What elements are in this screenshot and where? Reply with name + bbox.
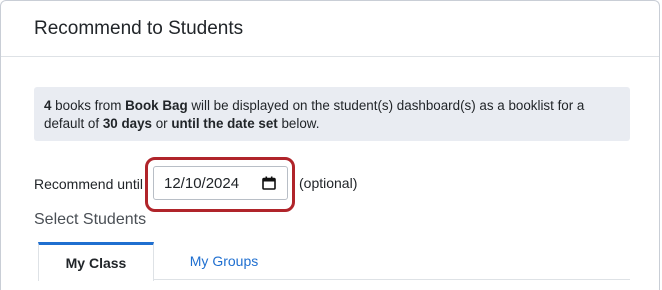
info-message: 4 books from Book Bag will be displayed … — [34, 87, 630, 141]
modal-title: Recommend to Students — [34, 17, 244, 39]
info-text-3: or — [151, 116, 172, 131]
info-text-4: below. — [277, 116, 320, 131]
info-text-1: books from — [51, 98, 126, 113]
recommend-row: Recommend until — [34, 169, 143, 199]
book-source: Book Bag — [125, 98, 188, 113]
recommend-date-input[interactable]: 12/10/2024 — [153, 166, 288, 200]
student-tabs: My Class My Groups — [38, 242, 630, 281]
date-value: 12/10/2024 — [164, 174, 240, 192]
recommend-until-label: Recommend until — [34, 176, 143, 192]
calendar-icon[interactable] — [262, 176, 276, 190]
tab-my-groups[interactable]: My Groups — [154, 242, 294, 280]
optional-label: (optional) — [299, 175, 358, 191]
recommend-modal: Recommend to Students 4 books from Book … — [0, 0, 660, 290]
select-students-heading: Select Students — [34, 211, 147, 228]
modal-header: Recommend to Students — [1, 1, 659, 57]
until-date-text: until the date set — [171, 116, 278, 131]
tab-my-class[interactable]: My Class — [38, 242, 154, 281]
default-days: 30 days — [102, 116, 152, 131]
